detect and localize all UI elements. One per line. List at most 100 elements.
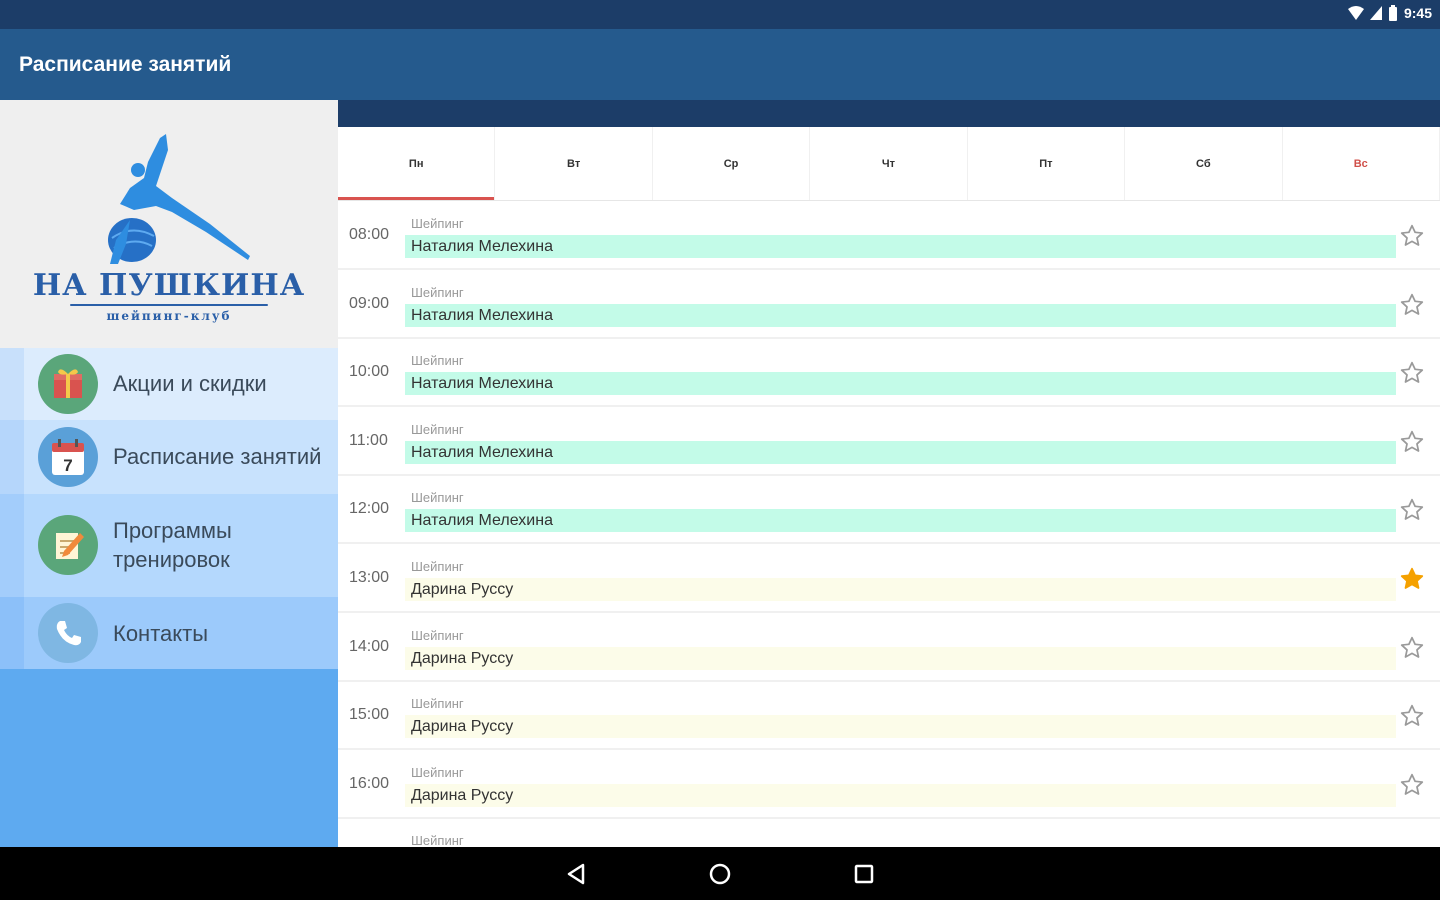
tab-tuesday[interactable]: Вт: [495, 127, 653, 200]
calendar-icon: 7: [38, 427, 98, 487]
trainer-name: Дарина Руссу: [411, 786, 514, 804]
drawer-item-promotions[interactable]: Акции и скидки: [0, 348, 338, 420]
star-outline-icon[interactable]: [1398, 359, 1426, 387]
star-outline-icon[interactable]: [1398, 702, 1426, 730]
trainer-name: Наталия Мелехина: [411, 375, 553, 393]
home-icon[interactable]: [705, 859, 735, 889]
drawer-item-programs[interactable]: Программы тренировок: [0, 494, 338, 597]
class-time: 09:00: [349, 294, 390, 312]
drawer-item-accent: [0, 420, 24, 494]
class-type: Шейпинг: [411, 216, 464, 231]
class-highlight-bar: Дарина Руссу: [405, 646, 1396, 670]
class-time: 15:00: [349, 706, 390, 724]
status-time: 9:45: [1403, 5, 1432, 21]
drawer-item-label: Акции и скидки: [113, 371, 267, 396]
class-highlight-bar: Дарина Руссу: [405, 578, 1396, 601]
tab-sunday[interactable]: Вс: [1283, 127, 1440, 200]
schedule-row[interactable]: 15:00 Шейпинг Дарина Руссу: [338, 682, 1440, 751]
schedule-row[interactable]: 12:00 Шейпинг Наталия Мелехина: [338, 476, 1440, 545]
tab-monday[interactable]: Пн: [338, 127, 496, 200]
class-time: 16:00: [349, 774, 390, 792]
class-type: Шейпинг: [411, 833, 464, 847]
class-type: Шейпинг: [411, 421, 464, 437]
drawer-item-accent: [0, 597, 24, 669]
schedule-row[interactable]: 09:00 Шейпинг Наталия Мелехина: [338, 271, 1440, 339]
trainer-name: Наталия Мелехина: [411, 512, 553, 530]
status-bar: 9:45: [0, 0, 1440, 29]
schedule-row[interactable]: 16:00 Шейпинг Дарина Руссу: [338, 751, 1440, 819]
system-nav-bar: [0, 847, 1440, 900]
class-highlight-bar: Наталия Мелехина: [405, 235, 1396, 258]
logo-underline: [70, 304, 268, 306]
trainer-name: Наталия Мелехина: [411, 443, 553, 461]
drawer-item-label: Расписание занятий: [113, 444, 322, 469]
dancer-logo-icon: [108, 134, 250, 264]
drawer-item-accent: [0, 348, 24, 420]
gift-icon: [38, 354, 98, 414]
navigation-drawer: НА ПУШКИНА шейпинг-клуб Акции и скидки 7…: [0, 100, 338, 847]
wifi-icon: [1347, 6, 1364, 20]
tab-thursday[interactable]: Чт: [810, 127, 968, 200]
schedule-row[interactable]: 13:00 Шейпинг Дарина Руссу: [338, 545, 1440, 613]
tab-wednesday[interactable]: Ср: [653, 127, 811, 200]
schedule-row[interactable]: 08:00 Шейпинг Наталия Мелехина: [338, 202, 1440, 270]
star-filled-icon[interactable]: [1398, 565, 1426, 593]
class-highlight-bar: Наталия Мелехина: [405, 509, 1396, 533]
tab-friday[interactable]: Пт: [968, 127, 1126, 200]
schedule-row[interactable]: 10:00 Шейпинг Наталия Мелехина: [338, 339, 1440, 408]
recents-icon[interactable]: [849, 859, 879, 889]
class-type: Шейпинг: [411, 559, 464, 574]
status-icons: 9:45: [1347, 5, 1432, 21]
class-time: 11:00: [349, 431, 388, 449]
app-bar: Расписание занятий: [0, 29, 1440, 100]
class-type: Шейпинг: [411, 284, 464, 300]
drawer-item-contacts[interactable]: Контакты: [0, 597, 338, 669]
class-type: Шейпинг: [411, 764, 464, 780]
drawer-item-accent: [0, 494, 24, 597]
drawer-item-label: Контакты: [113, 621, 209, 646]
trainer-name: Дарина Руссу: [411, 718, 514, 736]
star-outline-icon[interactable]: [1398, 634, 1426, 662]
class-highlight-bar: Дарина Руссу: [405, 715, 1396, 739]
class-highlight-bar: Наталия Мелехина: [405, 440, 1396, 464]
star-outline-icon[interactable]: [1398, 771, 1426, 799]
app-title: Расписание занятий: [19, 53, 232, 76]
class-type: Шейпинг: [411, 490, 464, 506]
trainer-name: Наталия Мелехина: [411, 306, 553, 324]
star-outline-icon[interactable]: [1398, 428, 1426, 456]
class-type: Шейпинг: [411, 696, 464, 712]
trainer-name: Дарина Руссу: [411, 581, 514, 598]
logo-subtitle: шейпинг-клуб: [106, 309, 232, 323]
class-type: Шейпинг: [411, 627, 464, 643]
notepad-pencil-icon: [38, 515, 98, 575]
day-tabs: Пн Вт Ср Чт Пт Сб Вс: [338, 127, 1440, 201]
schedule-row[interactable]: 14:00 Шейпинг Дарина Руссу: [338, 614, 1440, 682]
signal-icon: [1369, 6, 1382, 20]
header-strip: [338, 100, 1440, 127]
tab-saturday[interactable]: Сб: [1125, 127, 1283, 200]
class-type: Шейпинг: [411, 353, 464, 369]
schedule-content: Пн Вт Ср Чт Пт Сб Вс 08:00 Шейпинг Наталия…: [338, 100, 1440, 847]
class-time: 08:00: [349, 226, 390, 243]
logo-area: НА ПУШКИНА шейпинг-клуб: [0, 100, 338, 348]
schedule-row[interactable]: Шейпинг: [338, 819, 1440, 847]
drawer-item-label: Программы тренировок: [113, 518, 232, 572]
class-highlight-bar: Наталия Мелехина: [405, 372, 1396, 396]
drawer-item-schedule[interactable]: 7 Расписание занятий: [0, 420, 338, 494]
class-time: 14:00: [349, 637, 390, 655]
class-time: 13:00: [349, 569, 390, 586]
phone-icon: [38, 603, 98, 663]
star-outline-icon[interactable]: [1398, 222, 1426, 250]
schedule-row[interactable]: 11:00 Шейпинг Наталия Мелехина: [338, 408, 1440, 476]
class-time: 12:00: [349, 500, 390, 518]
logo-title: НА ПУШКИНА: [32, 268, 306, 303]
star-outline-icon[interactable]: [1398, 496, 1426, 524]
calendar-icon-number: 7: [63, 456, 72, 475]
battery-icon: [1388, 5, 1397, 21]
class-time: 10:00: [349, 363, 390, 381]
class-highlight-bar: Дарина Руссу: [405, 783, 1396, 807]
star-outline-icon[interactable]: [1398, 291, 1426, 319]
back-icon[interactable]: [561, 859, 591, 889]
trainer-name: Дарина Руссу: [411, 649, 514, 667]
class-highlight-bar: Наталия Мелехина: [405, 303, 1396, 327]
